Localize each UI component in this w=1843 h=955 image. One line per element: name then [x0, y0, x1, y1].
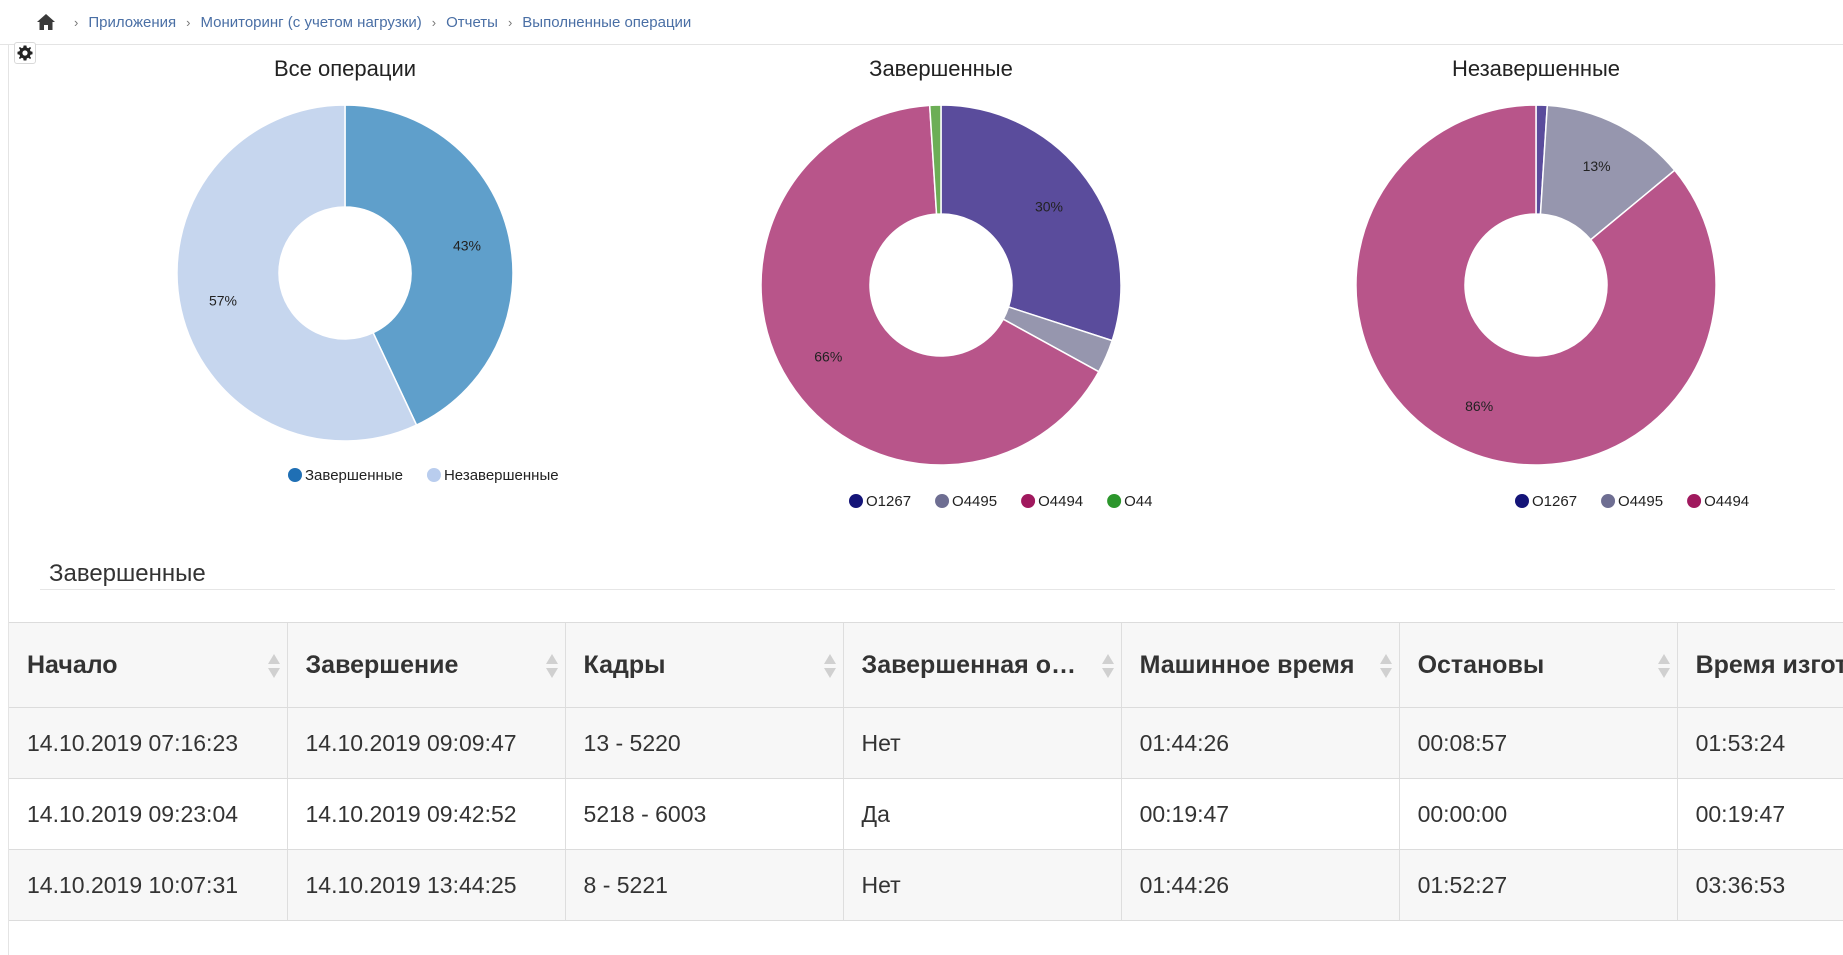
cell-machine-time: 01:44:26	[1121, 707, 1400, 779]
cell-start: 14.10.2019 10:07:31	[9, 849, 288, 921]
chart-3-slice-label: 13%	[1583, 158, 1611, 174]
cell-frames: 8 - 5221	[565, 849, 844, 921]
chart-2-slice-O1267	[940, 104, 1122, 342]
cell-machine-time: 01:44:26	[1121, 849, 1400, 921]
chart-1-slice-label: 43%	[453, 238, 481, 254]
completed-section-title: Завершенные	[49, 560, 206, 587]
table-row[interactable]: 14.10.2019 07:16:23 14.10.2019 09:09:47 …	[9, 707, 1843, 779]
chart-2-legend-marker	[1107, 494, 1122, 508]
chart-2-legend-label: O1267	[866, 493, 911, 510]
chart-2-legend-label: O4495	[952, 493, 997, 510]
table-header-row: Начало Завершение Кадры Завершенная опер…	[9, 623, 1843, 708]
cell-stops: 00:00:00	[1399, 778, 1678, 850]
cell-frames: 5218 - 6003	[565, 778, 844, 850]
column-label: Кадры	[583, 650, 666, 679]
cell-manufacturing-time: 00:19:47	[1677, 778, 1843, 850]
column-label: Завершенная операция	[861, 650, 1080, 679]
column-label: Завершение	[305, 650, 459, 679]
column-header-completed-operation[interactable]: Завершенная операция	[843, 623, 1122, 708]
sort-icon	[1101, 654, 1114, 678]
chart-1-slice-label: 57%	[209, 292, 237, 308]
chart-3-slice-label: 86%	[1465, 398, 1493, 414]
breadcrumb-monitoring[interactable]: Мониторинг (с учетом нагрузки)	[200, 14, 421, 31]
cell-completed: Нет	[843, 707, 1122, 779]
chart-2-legend-label: O4494	[1038, 493, 1083, 510]
sort-icon	[545, 654, 558, 678]
breadcrumb-separator: ›	[431, 14, 437, 30]
cell-completed: Нет	[843, 849, 1122, 921]
cell-stops: 01:52:27	[1399, 849, 1678, 921]
chart-1-title: Все операции	[274, 56, 416, 81]
cell-start: 14.10.2019 07:16:23	[9, 707, 288, 779]
cell-completed: Да	[843, 778, 1122, 850]
cell-machine-time: 00:19:47	[1121, 778, 1400, 850]
chart-2-legend-marker	[849, 494, 863, 508]
column-header-machine-time[interactable]: Машинное время	[1121, 623, 1400, 708]
cell-end: 14.10.2019 09:42:52	[287, 778, 566, 850]
operations-table-container[interactable]: Начало Завершение Кадры Завершенная опер…	[9, 622, 1843, 927]
chart-1-legend-label: Незавершенные	[444, 467, 559, 484]
column-label: Остановы	[1417, 650, 1545, 679]
cell-end: 14.10.2019 13:44:25	[287, 849, 566, 921]
chart-1-legend-label: Завершенные	[305, 467, 403, 484]
breadcrumb-applications[interactable]: Приложения	[88, 14, 176, 31]
table-row[interactable]: 14.10.2019 09:23:04 14.10.2019 09:42:52 …	[9, 778, 1843, 850]
sort-icon	[267, 654, 280, 678]
chart-3-legend-marker	[1515, 494, 1529, 508]
column-header-stops[interactable]: Остановы	[1399, 623, 1678, 708]
breadcrumb-separator: ›	[507, 14, 513, 30]
column-label: Машинное время	[1139, 650, 1355, 679]
sort-icon	[823, 654, 836, 678]
chart-3-legend-label: O1267	[1532, 493, 1577, 510]
chart-3-legend-label: O4495	[1618, 493, 1663, 510]
chart-3-legend-label: O4494	[1704, 493, 1749, 510]
chart-2-legend-marker	[1021, 494, 1036, 508]
breadcrumb-completed-operations: Выполненные операции	[522, 13, 692, 31]
column-label: Начало	[27, 650, 118, 679]
column-header-manufacturing-time[interactable]: Время изготовления	[1677, 623, 1843, 708]
cell-start: 14.10.2019 09:23:04	[9, 778, 288, 850]
operations-table: Начало Завершение Кадры Завершенная опер…	[9, 623, 1843, 921]
chart-3-legend-marker	[1687, 494, 1702, 508]
section-divider	[40, 589, 1835, 590]
cell-end: 14.10.2019 09:09:47	[287, 707, 566, 779]
chart-2-legend-label: O44	[1124, 493, 1152, 510]
chart-2-slice-label: 30%	[1035, 199, 1063, 215]
home-icon[interactable]	[36, 13, 56, 31]
sort-icon	[1657, 654, 1670, 678]
table-row[interactable]: 14.10.2019 10:07:31 14.10.2019 13:44:25 …	[9, 849, 1843, 921]
chart-2-slice-label: 66%	[814, 349, 842, 365]
chart-3-title: Незавершенные	[1452, 56, 1620, 81]
chart-3-legend-marker	[1601, 494, 1616, 508]
cell-frames: 13 - 5220	[565, 707, 844, 779]
column-header-start[interactable]: Начало	[9, 623, 288, 708]
chart-1-legend-marker	[288, 468, 302, 482]
column-label: Время изготовления	[1695, 650, 1843, 679]
breadcrumb-reports[interactable]: Отчеты	[446, 14, 498, 31]
chart-1-legend-marker	[426, 468, 441, 482]
chart-2-title: Завершенные	[869, 56, 1013, 81]
top-bar: › Приложения › Мониторинг (с учетом нагр…	[0, 0, 1843, 45]
donut-charts: Все операции 43% 57% Завершенные Незавершенн…	[176, 56, 1749, 510]
breadcrumb-separator: ›	[186, 14, 191, 30]
chart-2-legend-marker	[935, 494, 950, 508]
cell-manufacturing-time: 01:53:24	[1677, 707, 1843, 779]
cell-stops: 00:08:57	[1399, 707, 1678, 779]
breadcrumb-separator: ›	[74, 14, 79, 30]
breadcrumb: › Приложения › Мониторинг (с учетом нагр…	[36, 13, 691, 31]
column-header-end[interactable]: Завершение	[287, 623, 566, 708]
sort-icon	[1379, 654, 1392, 678]
column-header-frames[interactable]: Кадры	[565, 623, 844, 708]
cell-manufacturing-time: 03:36:53	[1677, 849, 1843, 921]
